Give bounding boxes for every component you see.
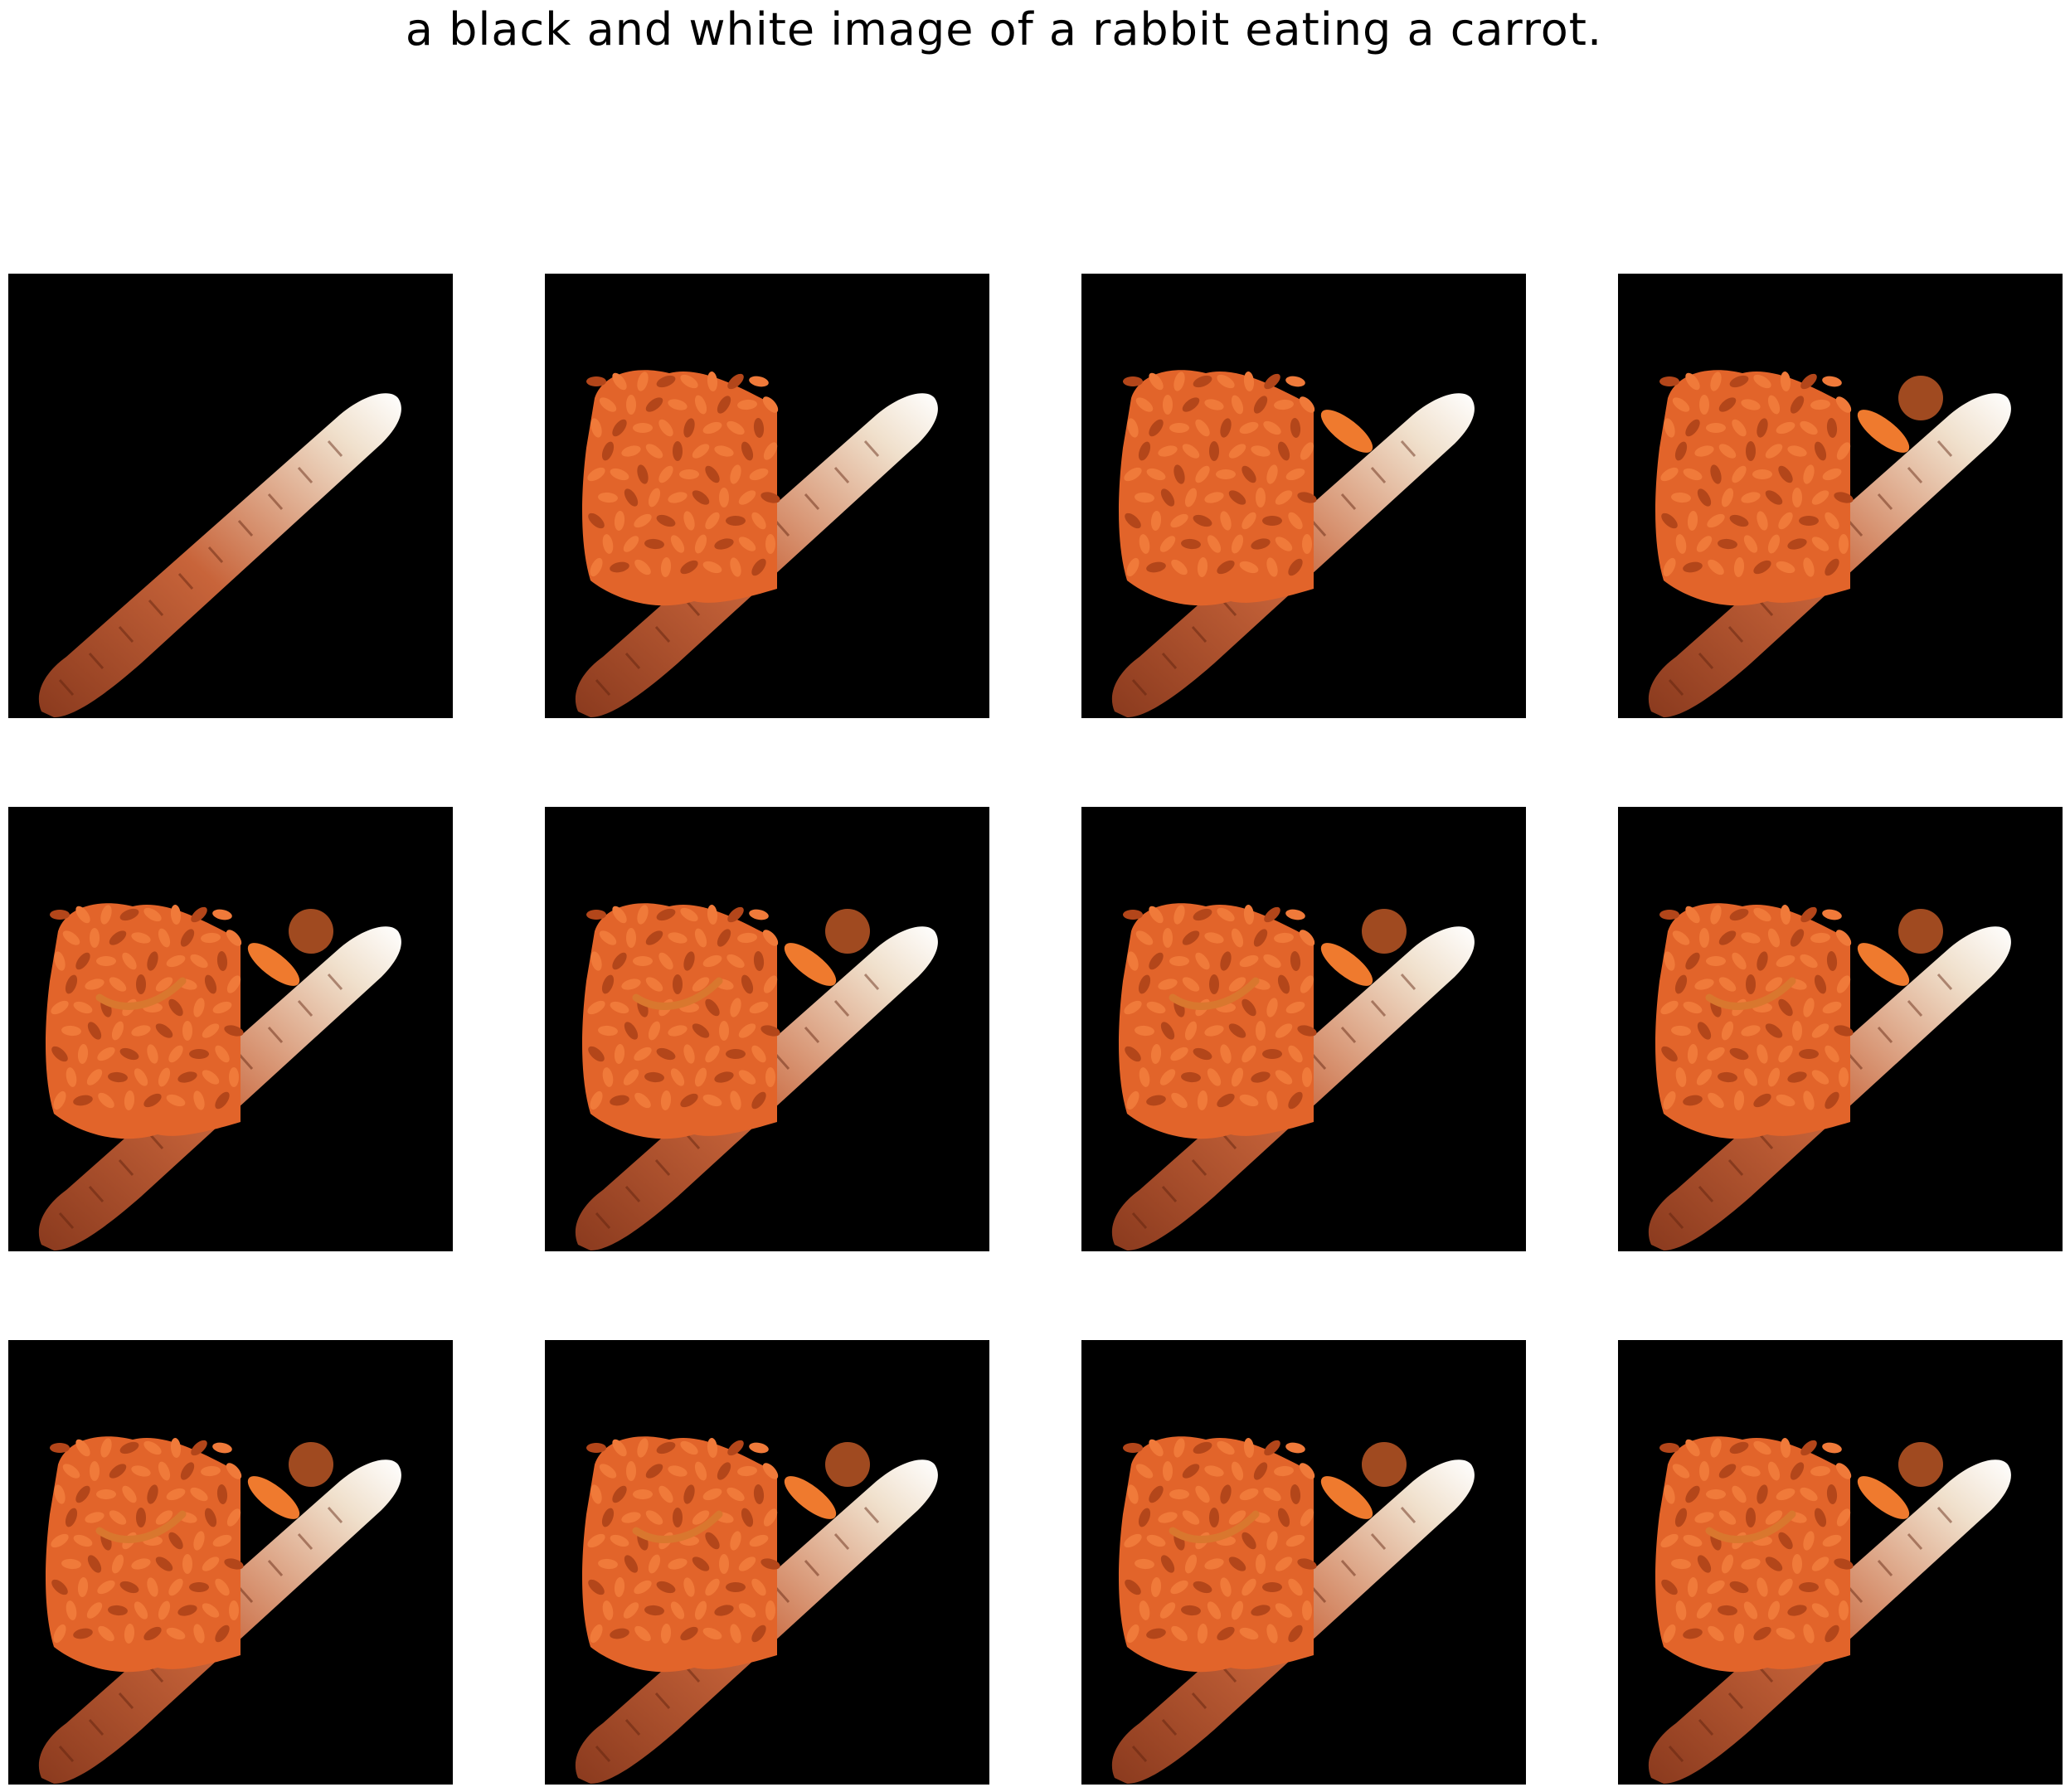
generated-image-tile [1618, 274, 2063, 718]
tile-image [1081, 274, 1526, 718]
round-carrot-piece [1362, 909, 1407, 954]
tile-image [8, 1340, 453, 1785]
image-grid [8, 274, 2063, 1785]
generated-image-tile [1081, 274, 1526, 718]
tile-image [1081, 1340, 1526, 1785]
generated-image-tile [545, 807, 989, 1251]
tile-image [545, 1340, 989, 1785]
tile-image [1081, 807, 1526, 1251]
generated-image-tile [1081, 807, 1526, 1251]
round-carrot-piece [289, 909, 333, 954]
carrot-cluster [582, 903, 780, 1139]
carrot-cluster [1655, 370, 1854, 606]
carrot-cluster [1119, 903, 1317, 1139]
generated-image-tile [8, 274, 453, 718]
carrot-cluster [46, 1436, 244, 1673]
generated-image-tile [1081, 1340, 1526, 1785]
generated-image-tile [545, 1340, 989, 1785]
tile-image [1618, 274, 2063, 718]
tile-image [545, 807, 989, 1251]
carrot-cluster [46, 903, 244, 1139]
generated-image-tile [8, 807, 453, 1251]
carrot-cluster [582, 370, 780, 606]
generated-image-tile [1618, 807, 2063, 1251]
carrot-cluster [582, 1436, 780, 1673]
round-carrot-piece [1898, 1442, 1943, 1487]
tile-image [1618, 1340, 2063, 1785]
carrot-cluster [1119, 370, 1317, 606]
round-carrot-piece [1362, 1442, 1407, 1487]
generated-image-tile [8, 1340, 453, 1785]
round-carrot-piece [1898, 376, 1943, 420]
tile-image [1618, 807, 2063, 1251]
round-carrot-piece [825, 909, 870, 954]
figure-title: a black and white image of a rabbit eati… [405, 3, 1603, 56]
generated-image-tile [1618, 1340, 2063, 1785]
carrot-cluster [1655, 1436, 1854, 1673]
round-carrot-piece [825, 1442, 870, 1487]
generated-image-tile [545, 274, 989, 718]
tile-image [8, 274, 453, 718]
round-carrot-piece [1898, 909, 1943, 954]
carrot-cluster [1655, 903, 1854, 1139]
carrot-cluster [1119, 1436, 1317, 1673]
tile-image [545, 274, 989, 718]
round-carrot-piece [289, 1442, 333, 1487]
tile-image [8, 807, 453, 1251]
